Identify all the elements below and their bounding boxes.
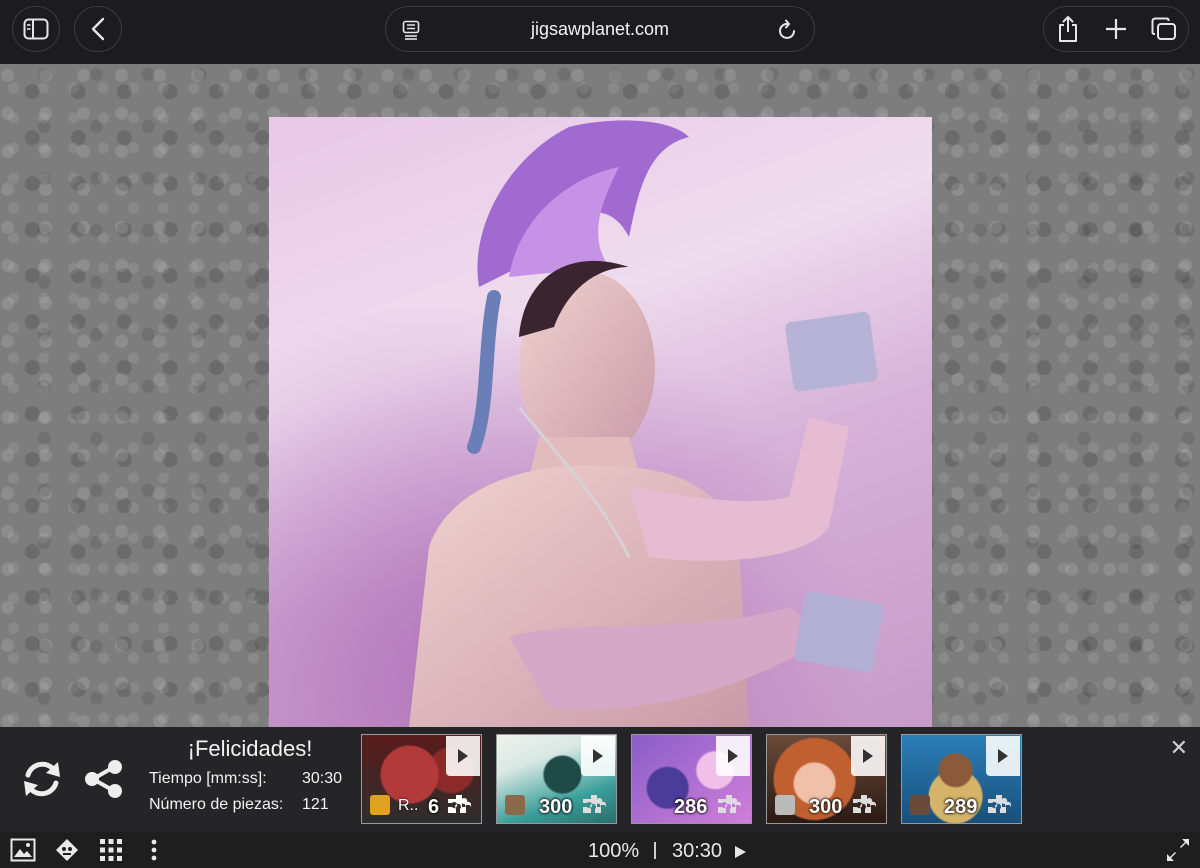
completion-panel: ¡Felicidades! Tiempo [mm:ss]: 30:30 Núme…: [0, 727, 1200, 832]
back-icon: [91, 17, 105, 41]
play-icon: [593, 749, 603, 763]
author-avatar: [775, 795, 795, 815]
share-icon: [1059, 16, 1077, 42]
sidebar-toggle-button[interactable]: [12, 6, 60, 52]
timer-play-icon[interactable]: [734, 845, 747, 859]
play-button[interactable]: [986, 736, 1020, 776]
more-options-icon[interactable]: [150, 838, 158, 862]
suggested-puzzle-2[interactable]: 300: [496, 734, 617, 824]
browser-toolbar: jigsawplanet.com: [0, 0, 1200, 64]
puzzle-piece-icon: [853, 795, 876, 813]
sidebar-icon: [23, 18, 49, 40]
new-tab-button[interactable]: [1094, 7, 1138, 51]
suggested-puzzle-3[interactable]: 286: [631, 734, 752, 824]
tabs-icon: [1151, 17, 1176, 40]
puzzle-piece-icon: [583, 795, 606, 813]
play-icon: [863, 749, 873, 763]
piece-count: 300: [539, 796, 573, 818]
url-text: jigsawplanet.com: [530, 18, 670, 39]
timer-display: 30:30: [672, 840, 723, 862]
reader-icon[interactable]: [402, 20, 420, 40]
toolbar-actions: [1043, 6, 1189, 52]
play-icon: [728, 749, 738, 763]
zoom-level: 100%: [588, 840, 640, 862]
time-value: 30:30: [302, 770, 343, 787]
tabs-overview-button[interactable]: [1142, 7, 1186, 51]
author-avatar: [505, 795, 525, 815]
sort-pieces-icon[interactable]: [99, 838, 123, 862]
puzzle-piece-icon: [988, 795, 1011, 813]
piece-count: 300: [809, 796, 843, 818]
suggested-puzzle-5[interactable]: 289: [901, 734, 1022, 824]
author-avatar: [370, 795, 390, 815]
restart-icon[interactable]: [20, 757, 64, 801]
suggested-puzzle-4[interactable]: 300: [766, 734, 887, 824]
play-button[interactable]: [446, 736, 480, 776]
author-avatar: [910, 795, 930, 815]
completed-puzzle-image: [269, 117, 932, 727]
play-icon: [458, 749, 468, 763]
puzzle-piece-icon: [448, 795, 471, 813]
game-bottom-bar: 100% 30:30: [0, 832, 1200, 868]
puzzle-piece-icon: [718, 795, 741, 813]
piece-count: 289: [944, 796, 978, 818]
time-label: Tiempo [mm:ss]:: [149, 770, 267, 787]
status-divider: [654, 842, 656, 859]
exit-fullscreen-icon[interactable]: [1166, 838, 1190, 862]
pieces-value: 121: [302, 796, 329, 813]
share-page-button[interactable]: [1046, 7, 1090, 51]
play-button[interactable]: [716, 736, 750, 776]
congratulations-title: ¡Felicidades!: [187, 736, 313, 761]
pieces-label: Número de piezas:: [149, 796, 284, 813]
suggested-puzzle-1[interactable]: R.. 6: [361, 734, 482, 824]
piece-count: 6: [428, 796, 440, 818]
piece-count: 286: [674, 796, 708, 818]
play-button[interactable]: [851, 736, 885, 776]
share-puzzle-icon[interactable]: [83, 758, 125, 800]
image-preview-icon[interactable]: [10, 838, 36, 862]
close-panel-button[interactable]: ✕: [1170, 735, 1188, 761]
back-button[interactable]: [74, 6, 122, 52]
puzzle-artwork: [269, 117, 932, 727]
new-tab-icon: [1106, 19, 1126, 39]
play-button[interactable]: [581, 736, 615, 776]
ghost-image-icon[interactable]: [55, 838, 79, 862]
puzzle-board[interactable]: [0, 64, 1200, 727]
address-bar[interactable]: jigsawplanet.com: [385, 6, 815, 52]
reload-icon[interactable]: [778, 19, 798, 41]
play-icon: [998, 749, 1008, 763]
puzzle-title: R..: [398, 797, 419, 814]
